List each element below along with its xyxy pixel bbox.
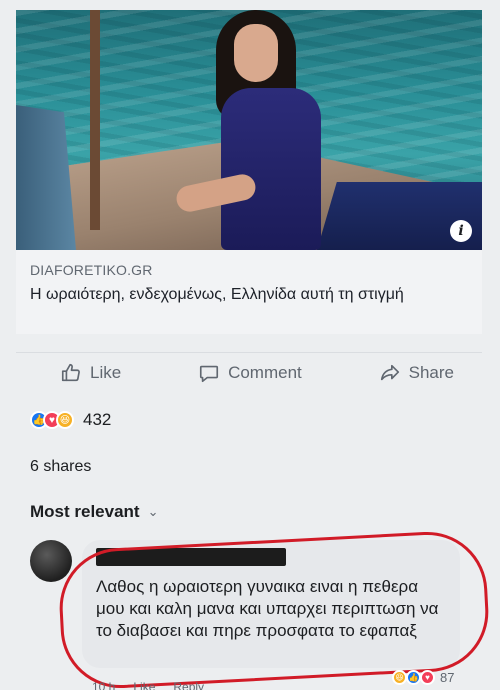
comment-label: Comment: [228, 362, 302, 382]
comment-reaction-count: 87: [440, 670, 455, 685]
share-button[interactable]: Share: [379, 362, 454, 384]
shares-count[interactable]: 6 shares: [30, 458, 91, 476]
commenter-name-redacted[interactable]: [96, 548, 286, 566]
reactions-summary[interactable]: 👍 ♥ 😆 432: [30, 408, 111, 432]
link-headline[interactable]: Η ωραιότερη, ενδεχομένως, Ελληνίδα αυτή …: [30, 284, 468, 306]
like-button[interactable]: Like: [60, 362, 121, 384]
thumbs-up-icon: [61, 363, 80, 381]
share-label: Share: [408, 362, 454, 382]
umbrella-pole: [90, 10, 100, 230]
comment-text: Λαθος η ωραιοτερη γυναικα ειναι η πεθερα…: [96, 577, 439, 640]
link-domain: DIAFORETIKO.GR: [30, 262, 153, 278]
commenter-avatar[interactable]: [30, 540, 72, 582]
like-label: Like: [90, 362, 122, 382]
comment-reactions[interactable]: 😆 👍 ♥ 87: [392, 670, 454, 685]
comment-meta: 10 h Like Reply: [92, 680, 204, 690]
comments-sort-dropdown[interactable]: Most relevant ⌄: [30, 502, 159, 522]
post-photo[interactable]: i: [16, 10, 482, 250]
link-preview-card[interactable]: i DIAFORETIKO.GR Η ωραιότερη, ενδεχομένω…: [16, 10, 482, 334]
love-reaction-icon: ♥: [420, 670, 435, 685]
haha-reaction-icon: 😆: [392, 670, 407, 685]
person-dress: [221, 88, 321, 250]
comment-like-link[interactable]: Like: [133, 680, 155, 690]
haha-reaction-icon: 😆: [56, 411, 74, 429]
comment-time: 10 h: [92, 680, 116, 690]
share-icon: [380, 364, 399, 380]
link-meta[interactable]: DIAFORETIKO.GR Η ωραιότερη, ενδεχομένως,…: [16, 250, 482, 334]
chevron-down-icon: ⌄: [147, 504, 159, 519]
person-face: [234, 24, 278, 82]
post-actions-bar: Like Comment Share: [16, 352, 482, 392]
like-reaction-icon: 👍: [406, 670, 421, 685]
comment-button[interactable]: Comment: [198, 362, 302, 384]
reaction-count[interactable]: 432: [83, 410, 111, 430]
info-icon[interactable]: i: [450, 220, 472, 242]
comment-icon: [199, 365, 219, 382]
reaction-icons: 👍 ♥ 😆: [30, 411, 74, 429]
comment-bubble: Λαθος η ωραιοτερη γυναικα ειναι η πεθερα…: [82, 540, 460, 668]
sort-label: Most relevant: [30, 502, 140, 521]
comment-reply-link[interactable]: Reply: [173, 680, 204, 690]
